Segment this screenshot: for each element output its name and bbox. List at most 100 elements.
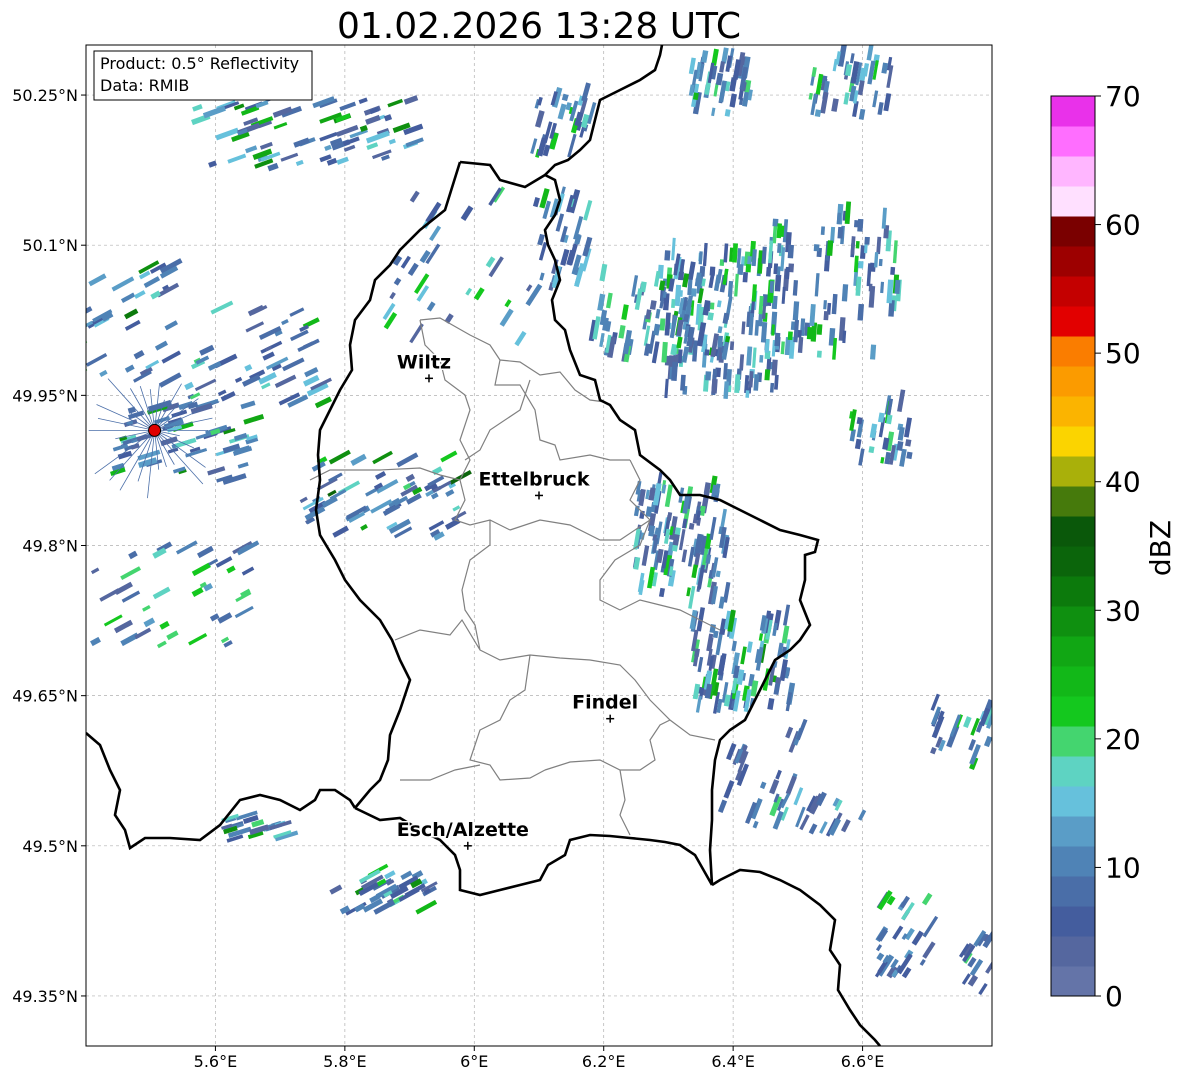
radar-echo: [780, 247, 786, 272]
radar-figure: 01.02.2026 13:28 UTC Wiltz Ettelbruck Find…: [12, 6, 1177, 1071]
radar-echo: [752, 820, 759, 829]
city-label: Esch/Alzette: [397, 819, 529, 841]
radar-echo: [742, 272, 748, 283]
radar-echo: [658, 587, 665, 598]
radar-echo: [681, 346, 690, 363]
radar-echo: [792, 280, 799, 296]
colorbar-segment: [1051, 606, 1095, 637]
radar-echo: [686, 587, 691, 597]
lon-tick-label: 6.2°E: [582, 1052, 626, 1071]
radar-echo: [701, 278, 706, 287]
radar-echo: [790, 321, 797, 331]
radar-echo: [850, 61, 860, 84]
colorbar-segment: [1051, 816, 1095, 847]
latitude-axis: 50.25°N 50.1°N 49.95°N 49.8°N 49.65°N 49.5°N 4…: [12, 86, 86, 1006]
radar-echo: [820, 226, 826, 235]
radar-echo: [719, 618, 728, 635]
colorbar-segment: [1051, 366, 1095, 397]
colorbar-segment: [1051, 906, 1095, 937]
map-panel[interactable]: Wiltz Ettelbruck Findel Esch/Alzette Produc…: [51, 43, 1009, 1047]
radar-echo: [869, 262, 876, 272]
radar-echo: [687, 261, 696, 281]
radar-echo: [537, 96, 543, 106]
radar-echo: [358, 97, 368, 104]
radar-echo: [869, 344, 877, 360]
colorbar-segment: [1051, 726, 1095, 757]
radar-echo: [774, 332, 781, 347]
radar-echo: [850, 236, 856, 255]
radar-echo: [672, 534, 680, 546]
radar-echo: [359, 124, 368, 132]
lon-tick-label: 5.8°E: [323, 1052, 367, 1071]
radar-echo: [886, 414, 893, 425]
radar-echo: [737, 263, 744, 275]
radar-echo: [754, 319, 760, 336]
lon-tick-label: 6°E: [460, 1052, 488, 1071]
radar-echo: [574, 111, 584, 127]
radar-echo: [781, 286, 786, 304]
radar-echo: [750, 680, 759, 697]
radar-echo: [717, 326, 723, 334]
radar-echo: [666, 512, 673, 521]
radar-echo: [689, 609, 698, 630]
radar-echo: [896, 440, 904, 451]
colorbar-segment: [1051, 426, 1095, 457]
radar-echo: [771, 359, 778, 376]
radar-echo: [826, 240, 834, 256]
radar-echo: [866, 263, 872, 287]
radar-echo: [859, 245, 866, 259]
radar-echo: [702, 299, 711, 316]
radar-echo: [792, 301, 800, 321]
radar-echo: [429, 482, 439, 491]
colorbar-label: dBZ: [1144, 520, 1177, 576]
radar-echo: [877, 102, 884, 116]
radar-echo: [70, 284, 78, 289]
radar-echo: [760, 321, 768, 343]
radar-echo: [724, 335, 731, 344]
radar-echo: [771, 295, 778, 310]
radar-echo: [621, 304, 629, 321]
radar-echo: [714, 367, 721, 378]
colorbar-tick-label: 10: [1105, 851, 1141, 884]
radar-echo: [690, 300, 695, 316]
lat-tick-label: 50.1°N: [22, 236, 78, 255]
radar-echo: [697, 288, 704, 304]
radar-echo: [645, 506, 653, 518]
radar-echo: [602, 317, 609, 331]
radar-echo: [729, 93, 737, 108]
radar-echo: [711, 378, 718, 394]
colorbar-tick-label: 50: [1105, 337, 1141, 370]
radar-echo: [771, 324, 776, 336]
radar-echo: [857, 303, 865, 321]
radar-echo: [360, 524, 368, 531]
radar-echo: [725, 55, 732, 72]
radar-echo: [772, 218, 779, 227]
radar-echo: [858, 67, 867, 83]
radar-echo: [539, 272, 545, 281]
radar-echo: [843, 92, 850, 105]
radar-echo: [793, 319, 800, 343]
radar-echo: [711, 107, 716, 117]
radar-echo: [324, 144, 332, 151]
radar-echo: [688, 522, 695, 530]
radar-echo: [645, 489, 650, 500]
radar-echo: [873, 252, 879, 268]
colorbar-segment: [1051, 486, 1095, 517]
radar-echo: [664, 355, 671, 366]
radar-echo: [727, 280, 734, 298]
radar-echo: [676, 336, 683, 349]
colorbar-segment: [1051, 696, 1095, 727]
radar-echo: [776, 223, 782, 239]
radar-echo: [747, 89, 753, 101]
radar-echo: [295, 159, 304, 167]
radar-echo: [704, 533, 713, 550]
figure-title: 01.02.2026 13:28 UTC: [337, 6, 741, 47]
radar-site-marker: [148, 423, 162, 437]
radar-echo: [393, 277, 402, 286]
radar-echo: [704, 683, 713, 699]
radar-echo: [753, 374, 760, 391]
radar-echo: [633, 556, 641, 570]
city-label: Findel: [572, 692, 638, 714]
radar-echo: [784, 337, 791, 356]
radar-echo: [659, 318, 666, 331]
